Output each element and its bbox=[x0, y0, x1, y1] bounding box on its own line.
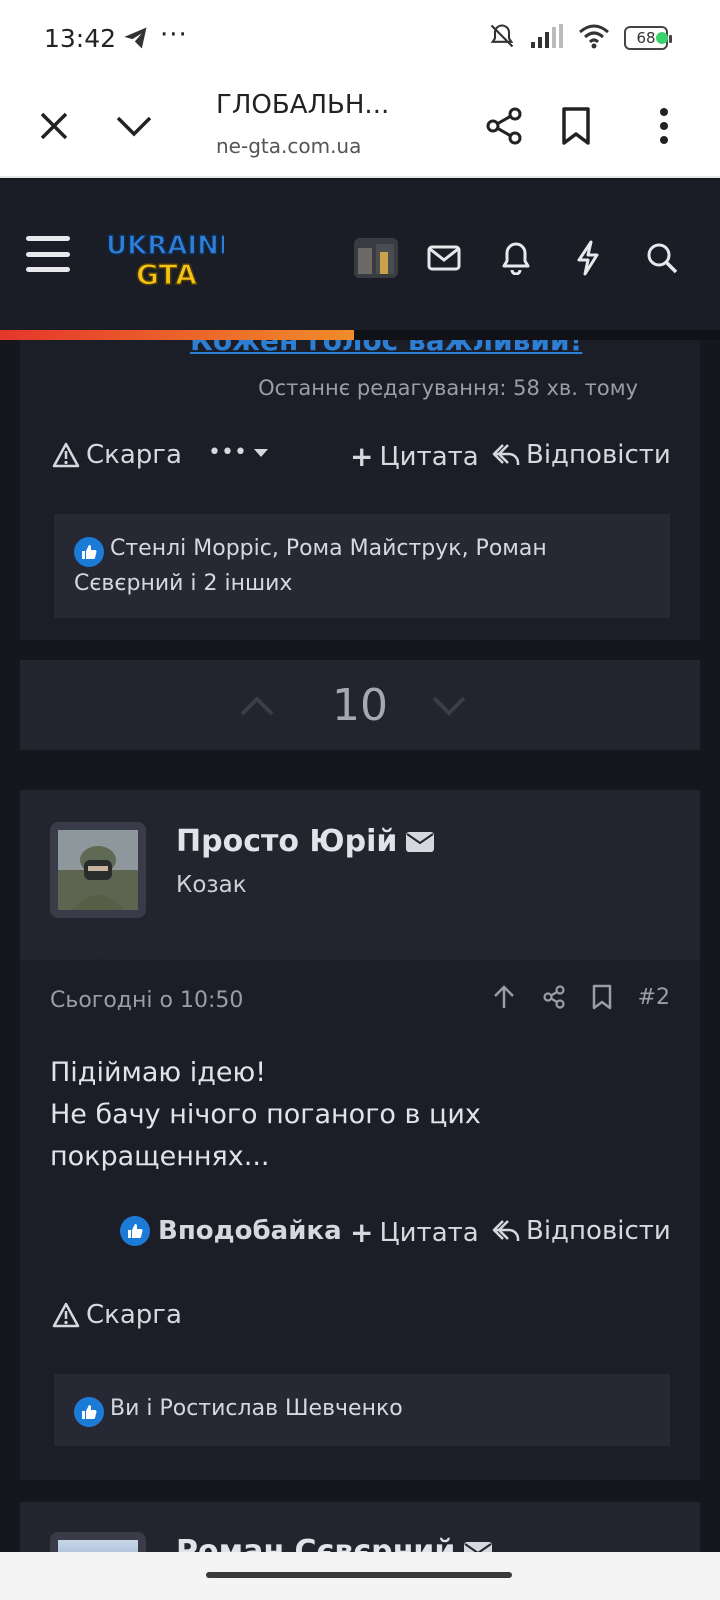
status-bar: 13:42 ··· 68 bbox=[0, 0, 720, 76]
inbox-icon[interactable] bbox=[422, 236, 466, 280]
minimize-button[interactable] bbox=[106, 98, 162, 154]
user-title: Козак bbox=[176, 872, 247, 898]
post-2: Сьогодні о 10:50 #2 Підіймаю ідею! Не ба… bbox=[20, 960, 700, 1480]
post-link[interactable]: Кожен голос важливий! bbox=[190, 340, 582, 357]
post-message: Підіймаю ідею! Не бачу нічого поганого в… bbox=[50, 1052, 670, 1178]
chevron-down-icon bbox=[116, 116, 152, 137]
thread-content: Кожен голос важливий! Останнє редагуванн… bbox=[0, 340, 720, 1600]
mute-icon bbox=[488, 22, 516, 54]
reading-progress-track bbox=[354, 330, 720, 340]
status-time: 13:42 bbox=[44, 24, 117, 53]
username[interactable]: Просто Юрій bbox=[176, 824, 435, 859]
signal-icon bbox=[530, 24, 564, 52]
like-button[interactable]: Вподобайка bbox=[120, 1216, 342, 1246]
reply-button[interactable]: Відповісти bbox=[492, 1216, 671, 1246]
post-1: Кожен голос важливий! Останнє редагуванн… bbox=[20, 340, 700, 640]
post-line: покращеннях... bbox=[50, 1141, 270, 1172]
reply-label: Відповісти bbox=[526, 1216, 671, 1246]
home-gesture-pill[interactable] bbox=[206, 1572, 512, 1578]
report-label: Скарга bbox=[86, 440, 182, 470]
reading-progress-bar bbox=[0, 330, 354, 340]
plus-icon: + bbox=[350, 440, 374, 473]
reactions-line: Ви і Ростислав Шевченко bbox=[110, 1396, 403, 1421]
reply-button[interactable]: Відповісти bbox=[492, 440, 671, 470]
site-header: UKRAINE GTA bbox=[0, 180, 720, 330]
envelope-icon[interactable] bbox=[405, 831, 435, 853]
report-label: Скарга bbox=[86, 1300, 182, 1330]
post-number[interactable]: #2 bbox=[638, 985, 670, 1010]
quote-button[interactable]: + Цитата bbox=[350, 1216, 479, 1249]
browser-toolbar: ГЛОБАЛЬН... ne-gta.com.ua bbox=[0, 76, 720, 178]
post-date[interactable]: Сьогодні о 10:50 bbox=[50, 988, 243, 1013]
reactions-summary[interactable]: Ви і Ростислав Шевченко bbox=[54, 1374, 670, 1446]
vote-down-icon[interactable] bbox=[432, 696, 466, 716]
caret-down-icon bbox=[253, 448, 268, 457]
reactions-line1: Стенлі Морріс, Рома Майструк, Роман bbox=[110, 536, 547, 561]
thumbs-up-icon bbox=[120, 1216, 150, 1246]
bookmark-button[interactable] bbox=[548, 98, 604, 154]
system-nav-bar bbox=[0, 1552, 720, 1600]
share-post-icon[interactable] bbox=[542, 985, 566, 1009]
more-dots: ••• bbox=[208, 440, 247, 465]
reply-icon bbox=[492, 1220, 520, 1241]
like-label: Вподобайка bbox=[158, 1216, 342, 1246]
post-line: Підіймаю ідею! bbox=[50, 1057, 267, 1088]
bell-icon[interactable] bbox=[494, 236, 538, 280]
logo-text-line2: GTA bbox=[136, 258, 197, 291]
username-text: Просто Юрій bbox=[176, 824, 398, 859]
reactions-line2: Сєвєрний і 2 інших bbox=[74, 571, 293, 596]
thumbs-up-icon bbox=[74, 537, 104, 567]
post-line: Не бачу нічого поганого в цих bbox=[50, 1099, 481, 1130]
bookmark-post-icon[interactable] bbox=[592, 984, 612, 1010]
wifi-icon bbox=[578, 23, 610, 53]
reply-icon bbox=[492, 444, 520, 465]
warning-icon bbox=[52, 442, 80, 468]
privacy-indicator bbox=[656, 32, 668, 44]
page-url[interactable]: ne-gta.com.ua bbox=[216, 134, 361, 158]
close-icon bbox=[40, 112, 68, 140]
vote-count: 10 bbox=[332, 680, 388, 731]
lightning-icon[interactable] bbox=[566, 236, 610, 280]
quote-label: Цитата bbox=[379, 1217, 479, 1248]
quote-label: Цитата bbox=[379, 441, 479, 472]
arrow-up-icon[interactable] bbox=[492, 984, 516, 1010]
kebab-menu-icon bbox=[660, 108, 668, 144]
site-logo[interactable]: UKRAINE GTA bbox=[104, 224, 237, 298]
vote-bar: 10 bbox=[20, 660, 700, 750]
post-2-author: Просто Юрій Козак bbox=[20, 790, 700, 988]
share-button[interactable] bbox=[476, 98, 532, 154]
search-icon[interactable] bbox=[640, 236, 684, 280]
close-tab-button[interactable] bbox=[26, 98, 82, 154]
account-avatar[interactable] bbox=[354, 238, 398, 278]
warning-icon bbox=[52, 1302, 80, 1328]
telegram-icon bbox=[122, 24, 150, 56]
report-button[interactable]: Скарга bbox=[52, 440, 182, 470]
quote-button[interactable]: + Цитата bbox=[350, 440, 479, 473]
page-title: ГЛОБАЛЬН... bbox=[216, 90, 390, 120]
more-options-button[interactable]: ••• bbox=[208, 440, 269, 465]
plus-icon: + bbox=[350, 1216, 374, 1249]
bookmark-icon bbox=[562, 107, 590, 145]
edited-note: Останнє редагування: 58 хв. тому bbox=[258, 376, 638, 400]
reactions-summary[interactable]: Стенлі Морріс, Рома Майструк, Роман Сєвє… bbox=[54, 514, 670, 618]
user-avatar[interactable] bbox=[50, 822, 146, 918]
reply-label: Відповісти bbox=[526, 440, 671, 470]
report-button[interactable]: Скарга bbox=[52, 1300, 182, 1330]
share-icon bbox=[486, 107, 522, 145]
browser-menu-button[interactable] bbox=[636, 98, 692, 154]
logo-text-line1: UKRAINE bbox=[106, 231, 224, 261]
more-notifications: ··· bbox=[160, 20, 188, 50]
thumbs-up-icon bbox=[74, 1397, 104, 1427]
hamburger-menu-icon[interactable] bbox=[26, 236, 70, 272]
